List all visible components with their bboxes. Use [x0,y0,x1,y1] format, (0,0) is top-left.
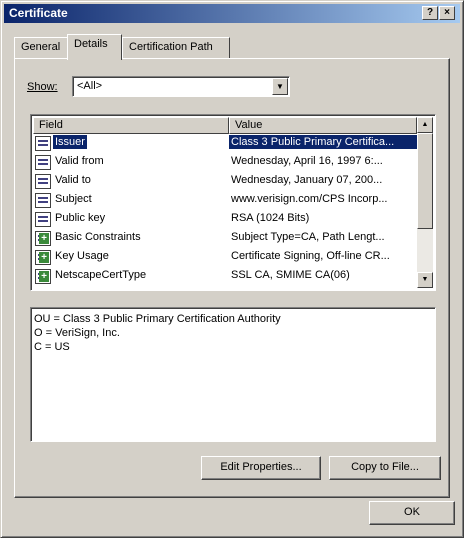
extension-icon [35,250,51,265]
detail-line: OU = Class 3 Public Primary Certificatio… [34,313,281,325]
document-icon [35,155,51,170]
column-header-value[interactable]: Value [229,117,417,134]
certificate-dialog: Certificate ? × General Details Certific… [0,0,464,538]
show-dropdown-value: <All> [77,80,103,92]
document-icon [35,174,51,189]
tab-details[interactable]: Details [67,34,122,60]
close-button[interactable]: × [439,6,455,20]
extension-icon [35,269,51,284]
scroll-thumb[interactable] [417,133,433,229]
tab-details-label: Details [74,38,108,50]
ok-label: OK [404,506,420,518]
ok-button[interactable]: OK [369,501,455,525]
row-value: Class 3 Public Primary Certifica... [229,135,419,149]
list-item[interactable]: Public key RSA (1024 Bits) [33,210,417,229]
list-item[interactable]: NetscapeCertType SSL CA, SMIME CA(06) [33,267,417,286]
row-value: www.verisign.com/CPS Incorp... [231,193,388,205]
list-item[interactable]: Valid from Wednesday, April 16, 1997 6:.… [33,153,417,172]
row-value: Wednesday, April 16, 1997 6:... [231,155,383,167]
row-field: Valid from [55,155,104,167]
details-panel: Show: <All> ▼ Field Value Issuer Class 3… [14,58,450,498]
show-label: Show: [27,81,58,93]
row-field: Issuer [53,135,87,149]
detail-line: C = US [34,341,70,353]
row-field: Basic Constraints [55,231,141,243]
list-header: Field Value [33,117,417,134]
row-field: Valid to [55,174,91,186]
row-field: Subject [55,193,92,205]
tab-certification-path[interactable]: Certification Path [122,37,230,59]
tab-general-label: General [21,41,61,53]
extension-icon [35,231,51,246]
window-title: Certificate [9,6,68,20]
list-item[interactable]: Basic Constraints Subject Type=CA, Path … [33,229,417,248]
tab-certification-path-label: Certification Path [129,41,213,53]
show-dropdown[interactable]: <All> ▼ [72,76,290,97]
scroll-up-icon[interactable]: ▲ [417,117,433,133]
field-detail-text[interactable]: OU = Class 3 Public Primary Certificatio… [30,307,436,442]
detail-line: O = VeriSign, Inc. [34,327,120,339]
row-value: Wednesday, January 07, 200... [231,174,383,186]
copy-to-file-label: Copy to File... [351,461,419,473]
edit-properties-button[interactable]: Edit Properties... [201,456,321,480]
row-value: RSA (1024 Bits) [231,212,310,224]
column-header-field[interactable]: Field [33,117,229,134]
row-value: Subject Type=CA, Path Lengt... [231,231,385,243]
fields-list[interactable]: Field Value Issuer Class 3 Public Primar… [30,114,436,291]
help-button[interactable]: ? [422,6,438,20]
document-icon [35,212,51,227]
document-icon [35,136,51,151]
list-item[interactable]: Key Usage Certificate Signing, Off-line … [33,248,417,267]
row-value: SSL CA, SMIME CA(06) [231,269,350,281]
document-icon [35,193,51,208]
vertical-scrollbar[interactable]: ▲ ▼ [417,117,433,288]
row-field: Public key [55,212,106,224]
list-item[interactable]: Issuer Class 3 Public Primary Certifica.… [33,134,419,153]
row-field: Key Usage [55,250,109,262]
list-item[interactable]: Valid to Wednesday, January 07, 200... [33,172,417,191]
edit-properties-label: Edit Properties... [220,461,302,473]
list-item[interactable]: Subject www.verisign.com/CPS Incorp... [33,191,417,210]
scroll-down-icon[interactable]: ▼ [417,272,433,288]
copy-to-file-button[interactable]: Copy to File... [329,456,441,480]
title-bar[interactable]: Certificate ? × [4,4,460,23]
chevron-down-icon[interactable]: ▼ [272,78,288,95]
tab-general[interactable]: General [14,37,69,59]
row-field: NetscapeCertType [55,269,147,281]
row-value: Certificate Signing, Off-line CR... [231,250,390,262]
